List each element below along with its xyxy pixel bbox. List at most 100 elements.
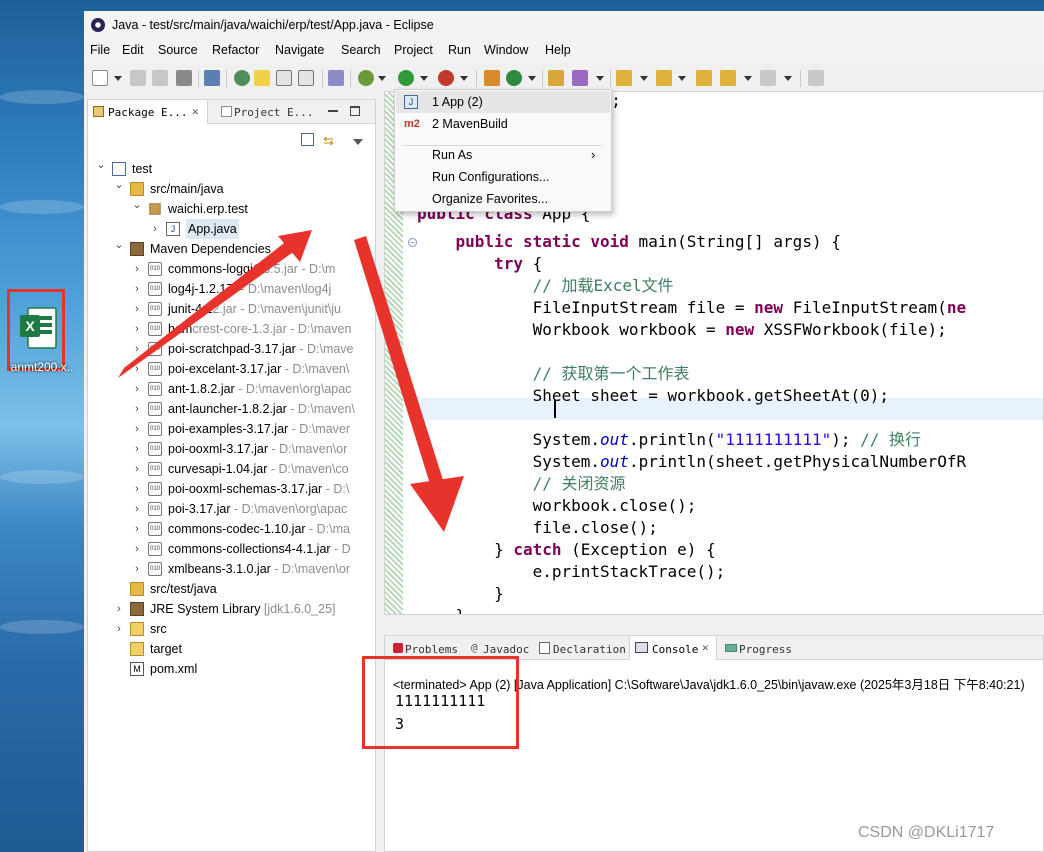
chevron-right-icon[interactable]: › <box>132 359 142 379</box>
chevron-down-icon[interactable] <box>420 76 428 81</box>
jar-icon: 010 <box>148 522 162 536</box>
menu-item-run-as[interactable]: Run As › <box>396 144 610 166</box>
pin-editor-icon[interactable] <box>808 70 824 86</box>
tab-console[interactable]: Console ✕ <box>629 636 717 660</box>
java-app-icon: J <box>404 95 418 109</box>
chevron-right-icon[interactable]: › <box>132 499 142 519</box>
pilcrow-icon[interactable] <box>298 70 314 86</box>
new-java-project-icon[interactable] <box>484 70 500 86</box>
menu-item-organize-favorites[interactable]: Organize Favorites... <box>396 188 610 210</box>
chevron-right-icon[interactable]: › <box>132 519 142 539</box>
chevron-down-icon[interactable] <box>596 76 604 81</box>
minimize-icon[interactable] <box>328 110 338 112</box>
chevron-right-icon[interactable]: › <box>132 319 142 339</box>
tab-package-explorer[interactable]: Package E... ✕ <box>88 100 208 124</box>
chevron-right-icon[interactable]: › <box>132 259 142 279</box>
menu-file[interactable]: File <box>90 43 110 57</box>
chevron-right-icon[interactable]: › <box>132 559 142 579</box>
chevron-right-icon[interactable]: › <box>132 539 142 559</box>
chevron-right-icon[interactable]: › <box>132 299 142 319</box>
tree-item-label: hamcrest-core-1.3.jar - D:\maven <box>168 319 351 339</box>
chevron-down-icon[interactable]: ⌄ <box>114 235 124 255</box>
code-line: public static void main(String[] args) { <box>417 231 841 253</box>
menu-navigate[interactable]: Navigate <box>275 43 324 57</box>
chevron-down-icon[interactable] <box>460 76 468 81</box>
collapse-all-icon[interactable] <box>301 133 314 146</box>
menu-item-run-configurations[interactable]: Run Configurations... <box>396 166 610 188</box>
tab-declaration[interactable]: Declaration <box>537 636 626 660</box>
close-icon[interactable]: ✕ <box>192 105 199 118</box>
jar-icon: 010 <box>148 542 162 556</box>
open-task-icon[interactable] <box>572 70 588 86</box>
prev-annotation-icon[interactable] <box>656 70 672 86</box>
maximize-icon[interactable] <box>350 106 360 116</box>
view-menu-icon[interactable] <box>353 139 363 145</box>
highlight-icon[interactable] <box>254 70 270 86</box>
print-icon[interactable] <box>176 70 192 86</box>
chevron-down-icon[interactable] <box>784 76 792 81</box>
menu-source[interactable]: Source <box>158 43 198 57</box>
chevron-down-icon[interactable] <box>378 76 386 81</box>
menu-refactor[interactable]: Refactor <box>212 43 259 57</box>
desktop-wave <box>0 620 84 634</box>
tree-item-name: junit-4.1 <box>168 302 213 316</box>
chevron-right-icon[interactable]: › <box>114 619 124 639</box>
tab-project-explorer[interactable]: Project E... <box>216 100 316 124</box>
chevron-down-icon[interactable] <box>528 76 536 81</box>
jar-icon: 010 <box>148 302 162 316</box>
chevron-right-icon[interactable]: › <box>132 339 142 359</box>
external-tools-icon[interactable] <box>438 70 454 86</box>
terminal-icon[interactable] <box>204 70 220 86</box>
tree-item-name: poi-excelant-3.17.jar <box>168 362 282 376</box>
close-icon[interactable]: ✕ <box>702 641 709 654</box>
chevron-right-icon[interactable]: › <box>132 279 142 299</box>
chevron-right-icon[interactable]: › <box>132 439 142 459</box>
watermark: CSDN @DKLi1717 <box>858 824 995 841</box>
chevron-down-icon[interactable]: ⌄ <box>96 155 106 175</box>
run-icon[interactable] <box>398 70 414 86</box>
menu-edit[interactable]: Edit <box>122 43 144 57</box>
code-token: FileInputStream( <box>783 298 947 317</box>
back-icon[interactable] <box>720 70 736 86</box>
chevron-down-icon[interactable] <box>678 76 686 81</box>
chevron-down-icon[interactable]: ⌄ <box>132 195 142 215</box>
code-line: // 加载Excel文件 <box>417 275 674 297</box>
fold-marker-icon[interactable]: − <box>408 238 417 247</box>
debug-icon[interactable] <box>358 70 374 86</box>
chevron-down-icon[interactable] <box>744 76 752 81</box>
chevron-right-icon[interactable]: › <box>132 399 142 419</box>
menu-project[interactable]: Project <box>394 43 433 57</box>
menu-run[interactable]: Run <box>448 43 471 57</box>
new-icon[interactable] <box>92 70 108 86</box>
block-select-icon[interactable] <box>276 70 292 86</box>
tab-progress[interactable]: Progress <box>723 636 792 660</box>
chevron-right-icon[interactable]: › <box>132 419 142 439</box>
menu-search[interactable]: Search <box>341 43 381 57</box>
link-with-editor-icon[interactable]: ⇆ <box>323 133 334 149</box>
desktop-file-icon[interactable]: X anmt200.x.. <box>7 289 73 374</box>
chevron-right-icon[interactable]: › <box>132 459 142 479</box>
next-annotation-icon[interactable] <box>616 70 632 86</box>
menu-help[interactable]: Help <box>545 43 571 57</box>
menu-item-run-app[interactable]: J 1 App (2) <box>396 91 610 113</box>
chevron-right-icon[interactable]: › <box>150 219 160 239</box>
save-icon[interactable] <box>130 70 146 86</box>
menu-window[interactable]: Window <box>484 43 528 57</box>
tree-item-label: waichi.erp.test <box>168 199 248 219</box>
chevron-down-icon[interactable]: ⌄ <box>114 175 124 195</box>
save-all-icon[interactable] <box>152 70 168 86</box>
code-token: new <box>754 298 784 317</box>
chevron-right-icon[interactable]: › <box>132 479 142 499</box>
chevron-down-icon[interactable] <box>640 76 648 81</box>
chevron-down-icon[interactable] <box>114 76 122 81</box>
open-type-icon[interactable] <box>548 70 564 86</box>
last-edit-icon[interactable] <box>696 70 712 86</box>
search-icon[interactable] <box>234 70 250 86</box>
chevron-right-icon[interactable]: › <box>114 599 124 619</box>
new-class-icon[interactable] <box>506 70 522 86</box>
menu-item-maven-build[interactable]: m2 2 MavenBuild <box>396 113 610 135</box>
forward-icon[interactable] <box>760 70 776 86</box>
breakpoint-icon[interactable] <box>328 70 344 86</box>
code-token: // 关闭资源 <box>532 474 626 493</box>
chevron-right-icon[interactable]: › <box>132 379 142 399</box>
